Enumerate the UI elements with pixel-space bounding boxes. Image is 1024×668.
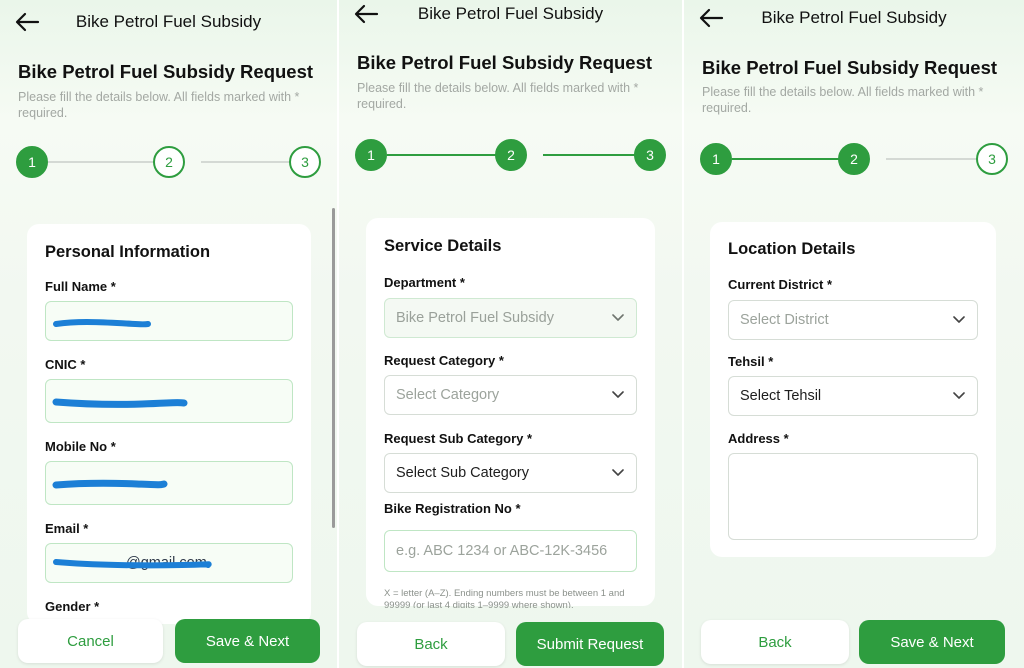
chevron-down-icon [953, 316, 965, 323]
department-label: Department * [384, 275, 465, 290]
bike-registration-input[interactable]: e.g. ABC 1234 or ABC-12K-3456 [384, 530, 637, 572]
department-select[interactable]: Bike Petrol Fuel Subsidy [384, 298, 637, 338]
save-next-button[interactable]: Save & Next [175, 619, 320, 663]
email-input[interactable]: @gmail.com [45, 543, 293, 583]
step-connector [48, 161, 169, 163]
submit-request-button[interactable]: Submit Request [516, 622, 664, 666]
registration-hint: X = letter (A–Z). Ending numbers must be… [384, 588, 625, 608]
step-1[interactable]: 1 [700, 143, 732, 175]
page-subtext: Please fill the details below. All field… [18, 90, 300, 120]
page-heading: Bike Petrol Fuel Subsidy Request [357, 52, 653, 73]
screen-personal-information: Bike Petrol Fuel Subsidy Bike Petrol Fue… [0, 0, 337, 668]
step-connector [387, 154, 511, 156]
step-2[interactable]: 2 [153, 146, 185, 178]
request-category-label: Request Category * [384, 353, 504, 368]
department-value: Bike Petrol Fuel Subsidy [396, 310, 554, 326]
current-district-label: Current District * [728, 277, 833, 292]
redaction-scribble [52, 398, 188, 408]
app-title: Bike Petrol Fuel Subsidy [417, 4, 604, 23]
request-sub-category-select[interactable]: Select Sub Category [384, 453, 637, 493]
tehsil-select[interactable]: Select Tehsil [728, 376, 978, 416]
mobile-no-label: Mobile No * [45, 439, 116, 454]
tehsil-value: Select Tehsil [740, 388, 822, 404]
chevron-down-icon [612, 314, 624, 321]
page-subtext: Please fill the details below. All field… [357, 81, 639, 111]
request-sub-category-label: Request Sub Category * [384, 431, 533, 446]
redaction-scribble [53, 559, 212, 569]
step-3[interactable]: 3 [634, 139, 666, 171]
current-district-placeholder: Select District [740, 312, 829, 328]
request-category-select[interactable]: Select Category [384, 375, 637, 415]
section-title: Service Details [384, 237, 502, 255]
app-title: Bike Petrol Fuel Subsidy [75, 12, 262, 31]
page-heading: Bike Petrol Fuel Subsidy Request [18, 61, 314, 82]
location-details-card: Location Details Current District * Sele… [710, 222, 996, 557]
chevron-down-icon [612, 469, 624, 476]
section-title: Personal Information [45, 243, 211, 261]
screen-location-details: Bike Petrol Fuel Subsidy Bike Petrol Fue… [684, 0, 1024, 668]
tehsil-label: Tehsil * [728, 354, 774, 369]
top-bar: Bike Petrol Fuel Subsidy [684, 4, 1024, 32]
personal-information-card: Personal Information Full Name * CNIC * … [27, 224, 311, 624]
save-next-button[interactable]: Save & Next [859, 620, 1005, 664]
back-button[interactable]: Back [701, 620, 849, 664]
step-connector [732, 158, 854, 160]
bike-registration-label: Bike Registration No * [384, 501, 521, 516]
bike-registration-placeholder: e.g. ABC 1234 or ABC-12K-3456 [396, 543, 608, 559]
cnic-input[interactable] [45, 379, 293, 423]
section-title: Location Details [728, 240, 856, 258]
progress-stepper: 1 2 3 [16, 146, 321, 178]
email-label: Email * [45, 521, 89, 536]
back-button[interactable]: Back [357, 622, 505, 666]
chevron-down-icon [612, 391, 624, 398]
service-details-card: Service Details Department * Bike Petrol… [366, 218, 655, 606]
top-bar: Bike Petrol Fuel Subsidy [339, 0, 682, 28]
step-2[interactable]: 2 [495, 139, 527, 171]
gender-label: Gender * [45, 599, 100, 614]
address-label: Address * [728, 431, 789, 446]
scrollbar[interactable] [332, 208, 335, 528]
progress-stepper: 1 2 3 [355, 139, 666, 171]
step-3[interactable]: 3 [976, 143, 1008, 175]
progress-stepper: 1 2 3 [700, 143, 1008, 175]
redaction-scribble [53, 319, 151, 328]
mobile-no-input[interactable] [45, 461, 293, 505]
step-1[interactable]: 1 [355, 139, 387, 171]
full-name-label: Full Name * [45, 279, 116, 294]
redaction-scribble [52, 479, 168, 489]
back-arrow-icon[interactable] [698, 7, 724, 29]
screen-service-details: Bike Petrol Fuel Subsidy Bike Petrol Fue… [339, 0, 682, 668]
top-bar: Bike Petrol Fuel Subsidy [0, 8, 337, 36]
request-category-placeholder: Select Category [396, 387, 500, 403]
step-3[interactable]: 3 [289, 146, 321, 178]
page-subtext: Please fill the details below. All field… [702, 85, 984, 115]
chevron-down-icon [953, 392, 965, 399]
address-textarea[interactable] [728, 453, 978, 540]
page-heading: Bike Petrol Fuel Subsidy Request [702, 57, 998, 78]
back-arrow-icon[interactable] [14, 11, 40, 33]
request-sub-category-value: Select Sub Category [396, 465, 529, 481]
step-1[interactable]: 1 [16, 146, 48, 178]
step-2[interactable]: 2 [838, 143, 870, 175]
cancel-button[interactable]: Cancel [18, 619, 163, 663]
back-arrow-icon[interactable] [353, 3, 379, 25]
full-name-input[interactable] [45, 301, 293, 341]
app-title: Bike Petrol Fuel Subsidy [761, 8, 947, 27]
cnic-label: CNIC * [45, 357, 86, 372]
current-district-select[interactable]: Select District [728, 300, 978, 340]
